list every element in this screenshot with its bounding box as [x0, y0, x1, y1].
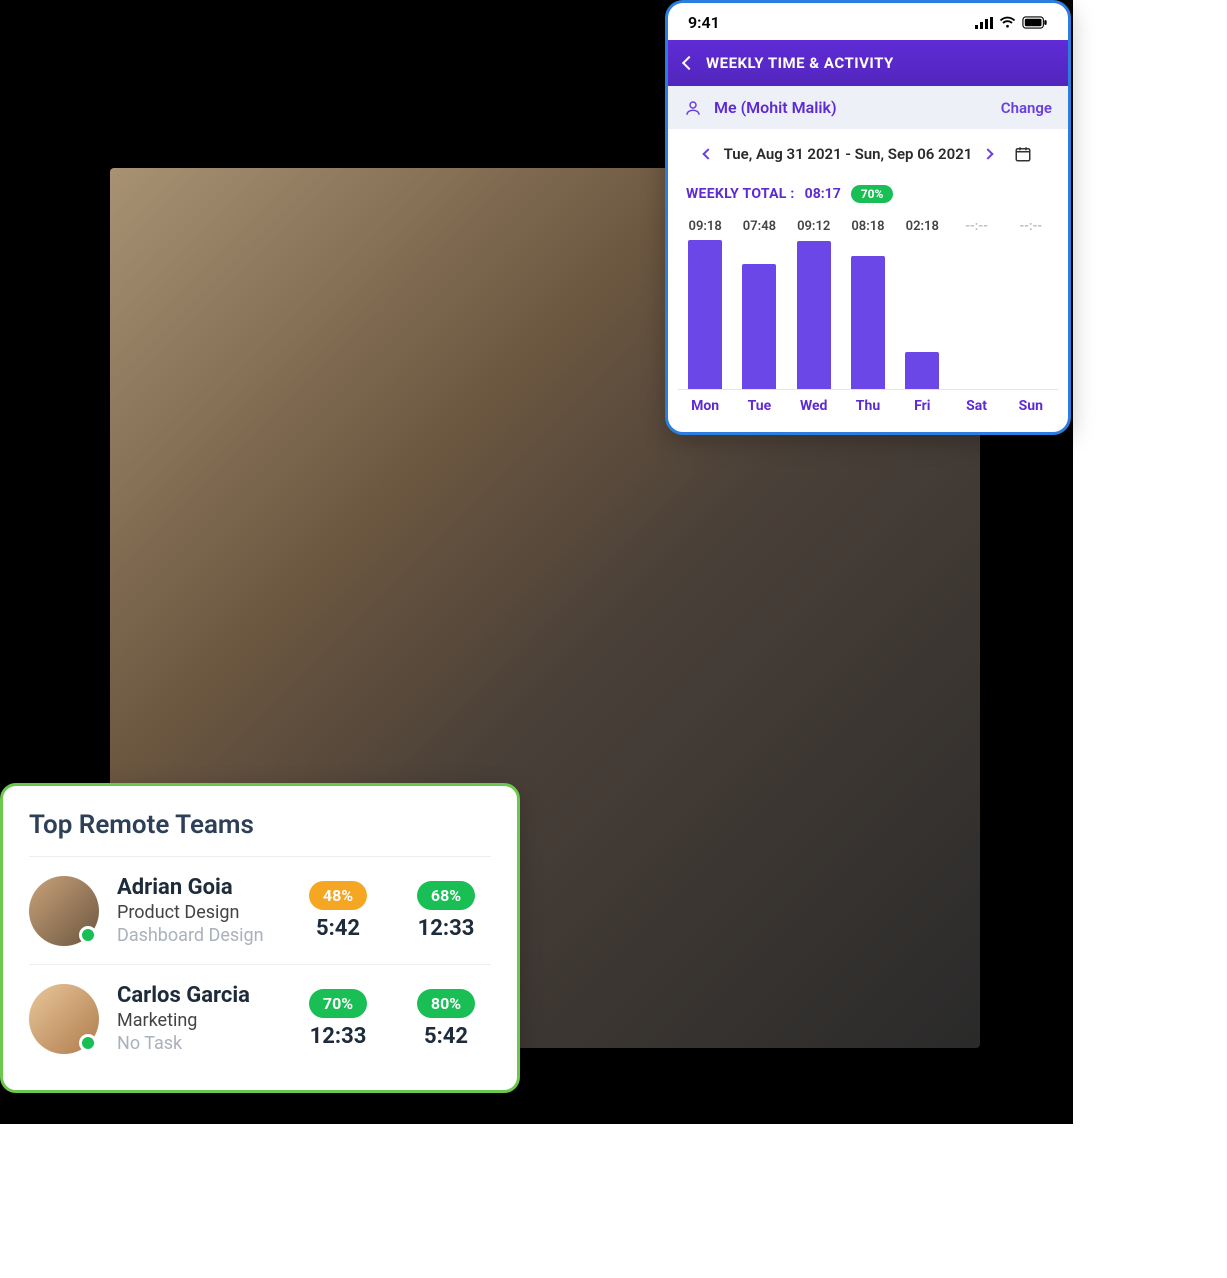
chart-bars — [678, 240, 1058, 390]
chart-value-labels: 09:18 07:48 09:12 08:18 02:18 --:-- --:-… — [678, 219, 1058, 234]
status-icons — [975, 16, 1048, 29]
chart-bar[interactable] — [797, 241, 831, 389]
activity-pct-badge: 80% — [417, 989, 475, 1018]
app-header: WEEKLY TIME & ACTIVITY — [668, 40, 1068, 86]
metric-column: 68% 12:33 — [401, 881, 491, 941]
mobile-app-card: 9:41 WEEKLY TIME & ACTIVITY Me (Mohit Ma… — [665, 0, 1071, 435]
presence-indicator — [79, 926, 97, 944]
weekly-bar-chart: 09:18 07:48 09:12 08:18 02:18 --:-- --:-… — [668, 215, 1068, 432]
chart-value: 02:18 — [895, 219, 949, 234]
member-name: Carlos Garcia — [117, 983, 275, 1008]
activity-pct-badge: 70% — [309, 989, 367, 1018]
chart-day: Thu — [841, 398, 895, 414]
app-header-title: WEEKLY TIME & ACTIVITY — [706, 54, 894, 72]
date-range-text[interactable]: Tue, Aug 31 2021 - Sun, Sep 06 2021 — [724, 145, 973, 163]
status-time: 9:41 — [688, 13, 720, 32]
chart-bar[interactable] — [851, 256, 885, 389]
date-range-row: Tue, Aug 31 2021 - Sun, Sep 06 2021 — [668, 129, 1068, 179]
change-user-link[interactable]: Change — [1001, 99, 1052, 117]
cellular-icon — [975, 17, 993, 29]
member-info: Carlos Garcia Marketing No Task — [117, 983, 275, 1054]
chart-day: Sat — [949, 398, 1003, 414]
member-role: Marketing — [117, 1010, 275, 1031]
chart-day: Fri — [895, 398, 949, 414]
presence-indicator — [79, 1034, 97, 1052]
top-remote-teams-card: Top Remote Teams Adrian Goia Product Des… — [0, 783, 520, 1093]
chart-day: Wed — [787, 398, 841, 414]
weekly-total-label: WEEKLY TOTAL : — [686, 186, 795, 202]
chart-value: 09:18 — [678, 219, 732, 234]
activity-pct-badge: 68% — [417, 881, 475, 910]
chart-bar[interactable] — [688, 240, 722, 389]
chart-day-labels: Mon Tue Wed Thu Fri Sat Sun — [678, 398, 1058, 414]
status-bar: 9:41 — [668, 3, 1068, 40]
calendar-icon[interactable] — [1014, 145, 1032, 163]
person-icon — [684, 99, 702, 117]
metric-column: 70% 12:33 — [293, 989, 383, 1049]
chart-day: Tue — [732, 398, 786, 414]
team-member-row[interactable]: Adrian Goia Product Design Dashboard Des… — [29, 857, 491, 965]
chart-bar[interactable] — [905, 352, 939, 389]
chart-day: Sun — [1004, 398, 1058, 414]
team-member-row[interactable]: Carlos Garcia Marketing No Task 70% 12:3… — [29, 965, 491, 1072]
chart-value: 09:12 — [787, 219, 841, 234]
wifi-icon — [999, 16, 1016, 29]
weekly-total-time: 08:17 — [805, 186, 841, 202]
chart-day: Mon — [678, 398, 732, 414]
weekly-total-pct-badge: 70% — [851, 185, 894, 203]
avatar-wrap — [29, 984, 99, 1054]
chart-bar[interactable] — [742, 264, 776, 389]
member-name: Adrian Goia — [117, 875, 275, 900]
user-selector-row: Me (Mohit Malik) Change — [668, 86, 1068, 129]
time-value: 5:42 — [316, 916, 360, 941]
time-value: 12:33 — [418, 916, 475, 941]
date-prev-button[interactable] — [702, 148, 713, 159]
time-value: 12:33 — [310, 1024, 367, 1049]
chart-value: --:-- — [1004, 219, 1058, 234]
metric-column: 80% 5:42 — [401, 989, 491, 1049]
chart-value: 08:18 — [841, 219, 895, 234]
chart-value: 07:48 — [732, 219, 786, 234]
member-task: No Task — [117, 1033, 275, 1054]
chart-value: --:-- — [949, 219, 1003, 234]
back-icon[interactable] — [682, 56, 696, 70]
teams-card-title: Top Remote Teams — [29, 810, 491, 857]
avatar-wrap — [29, 876, 99, 946]
member-task: Dashboard Design — [117, 925, 275, 946]
member-info: Adrian Goia Product Design Dashboard Des… — [117, 875, 275, 946]
battery-icon — [1022, 16, 1048, 29]
member-role: Product Design — [117, 902, 275, 923]
activity-pct-badge: 48% — [309, 881, 367, 910]
time-value: 5:42 — [424, 1024, 468, 1049]
metric-column: 48% 5:42 — [293, 881, 383, 941]
user-name: Me (Mohit Malik) — [714, 98, 837, 117]
weekly-total-row: WEEKLY TOTAL : 08:17 70% — [668, 179, 1068, 215]
date-next-button[interactable] — [983, 148, 994, 159]
